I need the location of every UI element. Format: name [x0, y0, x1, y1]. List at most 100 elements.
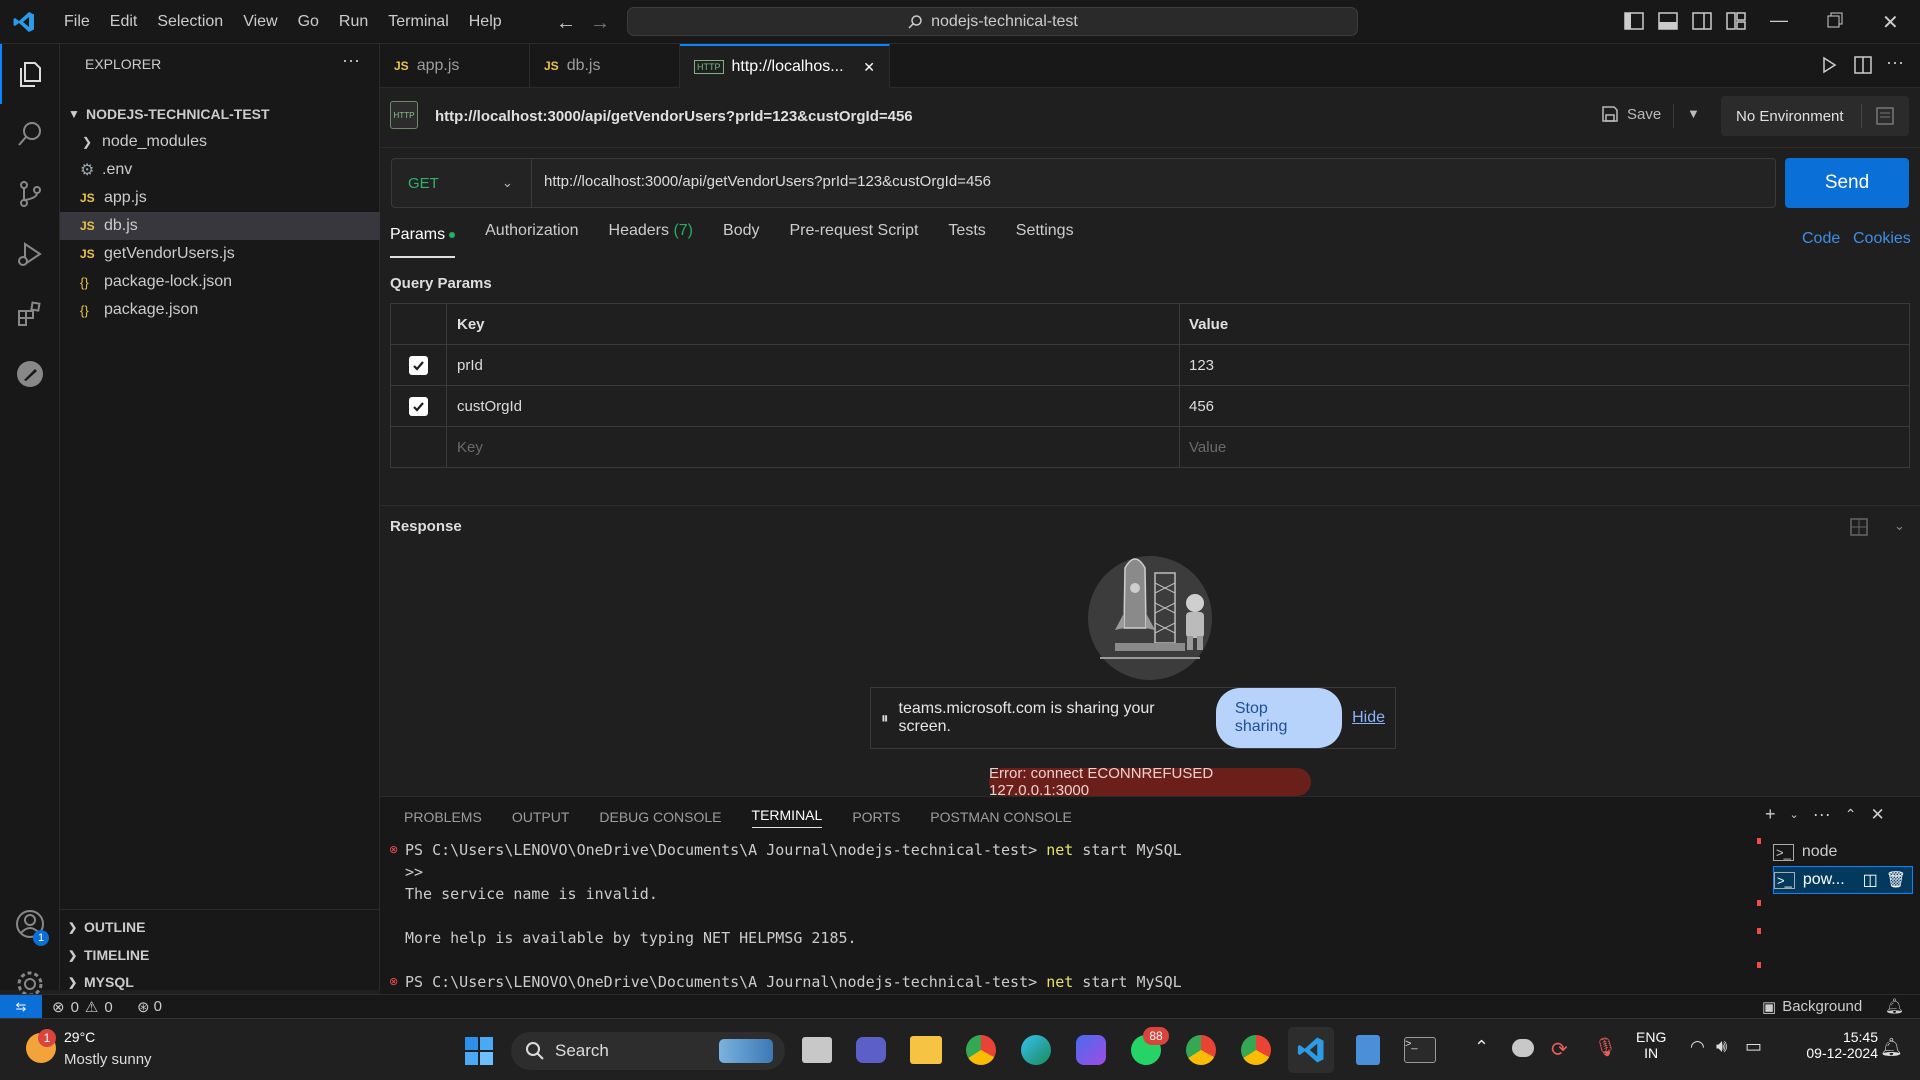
- remote-icon[interactable]: ⇆: [0, 995, 42, 1018]
- tree-item-package-json[interactable]: {} package.json: [60, 296, 380, 324]
- environment-selector[interactable]: No Environment: [1721, 96, 1909, 136]
- menu-selection[interactable]: Selection: [147, 13, 233, 31]
- tree-item-env[interactable]: ⚙ .env: [60, 156, 380, 184]
- terminal-line-5[interactable]: PS C:\Users\LENOVO\OneDrive\Documents\A …: [405, 973, 1182, 991]
- chrome-profile-2-icon[interactable]: [1241, 1035, 1271, 1065]
- new-key-input[interactable]: Key: [457, 427, 483, 468]
- layout-toggle-icon[interactable]: [1850, 518, 1868, 536]
- terminal-list-item-node[interactable]: >_ node: [1773, 838, 1913, 866]
- hide-link[interactable]: Hide: [1352, 709, 1385, 727]
- notepad-icon[interactable]: [1356, 1035, 1380, 1065]
- clock[interactable]: 15:45 09-12-2024: [1792, 1029, 1878, 1061]
- param-value[interactable]: 123: [1189, 345, 1214, 386]
- weather-temp[interactable]: 29°C: [64, 1029, 95, 1045]
- tab-tests[interactable]: Tests: [948, 222, 985, 258]
- notification-icon[interactable]: 🔔︎: [1880, 1037, 1903, 1058]
- tree-item-db-js[interactable]: JS db.js: [60, 212, 380, 240]
- forward-arrow-icon[interactable]: →: [590, 12, 610, 35]
- tab-settings[interactable]: Settings: [1016, 222, 1074, 258]
- url-input[interactable]: http://localhost:3000/api/getVendorUsers…: [544, 173, 991, 190]
- save-button[interactable]: Save: [1601, 105, 1661, 123]
- volume-icon[interactable]: 🔊︎: [1716, 1036, 1727, 1057]
- terminal-dropdown-icon[interactable]: ⌄: [1790, 808, 1799, 821]
- tree-item-get-vendor-users[interactable]: JS getVendorUsers.js: [60, 240, 380, 268]
- close-window-icon[interactable]: ✕: [1882, 10, 1899, 35]
- tab-authorization[interactable]: Authorization: [485, 222, 578, 258]
- send-button[interactable]: Send: [1785, 158, 1909, 208]
- windows-start-icon[interactable]: [465, 1037, 493, 1065]
- minimize-icon[interactable]: —: [1770, 10, 1788, 31]
- edge-icon[interactable]: [1021, 1035, 1051, 1065]
- trash-icon[interactable]: 🗑: [1886, 870, 1912, 890]
- param-key[interactable]: prId: [457, 345, 483, 386]
- onedrive-icon[interactable]: [1512, 1039, 1534, 1057]
- tab-debug-console[interactable]: DEBUG CONSOLE: [599, 809, 721, 825]
- method-select[interactable]: GET ⌄: [392, 159, 532, 207]
- accounts-icon[interactable]: 1: [0, 894, 60, 954]
- back-arrow-icon[interactable]: ←: [556, 12, 576, 35]
- run-debug-icon[interactable]: [0, 224, 60, 284]
- menu-file[interactable]: File: [54, 13, 100, 31]
- request-title[interactable]: http://localhost:3000/api/getVendorUsers…: [435, 108, 913, 125]
- param-key[interactable]: custOrgId: [457, 386, 522, 427]
- run-file-icon[interactable]: [1820, 56, 1838, 74]
- terminal-list-item-powershell[interactable]: >_ pow... ◫ 🗑: [1773, 866, 1913, 894]
- battery-icon[interactable]: ▭: [1745, 1036, 1762, 1057]
- tab-output[interactable]: OUTPUT: [512, 809, 570, 825]
- code-link[interactable]: Code: [1802, 230, 1840, 248]
- tab-postman-console[interactable]: POSTMAN CONSOLE: [930, 809, 1072, 825]
- tab-pre-request-script[interactable]: Pre-request Script: [789, 222, 918, 258]
- taskbar-search[interactable]: Search: [511, 1032, 785, 1070]
- section-timeline[interactable]: ❯ TIMELINE: [60, 941, 380, 969]
- stop-sharing-button[interactable]: Stop sharing: [1215, 688, 1343, 748]
- tab-app-js[interactable]: JS app.js: [380, 44, 530, 88]
- teams-icon[interactable]: [856, 1037, 886, 1063]
- new-value-input[interactable]: Value: [1189, 427, 1226, 468]
- weather-condition[interactable]: Mostly sunny: [64, 1051, 152, 1068]
- notification-bell-icon[interactable]: 🔔︎: [1885, 997, 1904, 1015]
- environment-quick-look-icon[interactable]: [1876, 107, 1894, 125]
- collapse-chevron-icon[interactable]: ⌄: [1894, 518, 1905, 534]
- customize-layout-icon[interactable]: [1726, 12, 1746, 30]
- vscode-taskbar-item[interactable]: [1288, 1027, 1334, 1073]
- copilot-icon[interactable]: [1076, 1035, 1106, 1065]
- tree-item-package-lock[interactable]: {} package-lock.json: [60, 268, 380, 296]
- restore-icon[interactable]: [1827, 12, 1843, 28]
- more-actions-icon[interactable]: ···: [1886, 52, 1904, 73]
- split-editor-icon[interactable]: [1854, 56, 1872, 74]
- tree-item-node-modules[interactable]: ❯ node_modules: [60, 128, 380, 156]
- menu-view[interactable]: View: [233, 13, 287, 31]
- terminal-app-icon[interactable]: >_: [1404, 1037, 1436, 1063]
- close-tab-icon[interactable]: ✕: [863, 59, 875, 76]
- search-sidebar-icon[interactable]: [0, 104, 60, 164]
- toggle-secondary-sidebar-icon[interactable]: [1692, 12, 1712, 30]
- project-folder[interactable]: ▼ NODEJS-TECHNICAL-TEST: [60, 100, 380, 128]
- source-control-icon[interactable]: [0, 164, 60, 224]
- extensions-icon[interactable]: [0, 284, 60, 344]
- section-mysql[interactable]: ❯ MYSQL: [60, 968, 380, 996]
- tab-http-request[interactable]: HTTP http://localhos... ✕: [680, 44, 890, 88]
- chrome-profile-icon[interactable]: [1186, 1035, 1216, 1065]
- sync-icon[interactable]: ⟳: [1551, 1037, 1568, 1062]
- ports-status[interactable]: ⊛ 0: [137, 998, 162, 1016]
- save-options-chevron-icon[interactable]: ▼: [1687, 106, 1700, 121]
- menu-edit[interactable]: Edit: [100, 13, 148, 31]
- tab-headers[interactable]: Headers (7): [609, 222, 694, 258]
- menu-help[interactable]: Help: [459, 13, 512, 31]
- param-value[interactable]: 456: [1189, 386, 1214, 427]
- menu-run[interactable]: Run: [329, 13, 378, 31]
- close-panel-icon[interactable]: ✕: [1870, 805, 1884, 825]
- postman-icon[interactable]: [0, 344, 60, 404]
- wifi-icon[interactable]: ◠: [1690, 1037, 1705, 1057]
- toggle-sidebar-icon[interactable]: [1624, 12, 1644, 30]
- section-outline[interactable]: ❯ OUTLINE: [60, 913, 380, 941]
- param-checkbox[interactable]: [409, 397, 428, 416]
- maximize-panel-icon[interactable]: ⌃: [1845, 806, 1857, 823]
- tab-db-js[interactable]: JS db.js: [530, 44, 680, 88]
- terminal-scrollbar[interactable]: [1757, 838, 1763, 990]
- command-center[interactable]: nodejs-technical-test: [627, 7, 1358, 36]
- task-view-icon[interactable]: [802, 1037, 832, 1063]
- tray-overflow-chevron-icon[interactable]: ⌃: [1474, 1037, 1489, 1058]
- file-explorer-icon[interactable]: [910, 1036, 942, 1064]
- split-terminal-icon[interactable]: ◫: [1863, 870, 1878, 890]
